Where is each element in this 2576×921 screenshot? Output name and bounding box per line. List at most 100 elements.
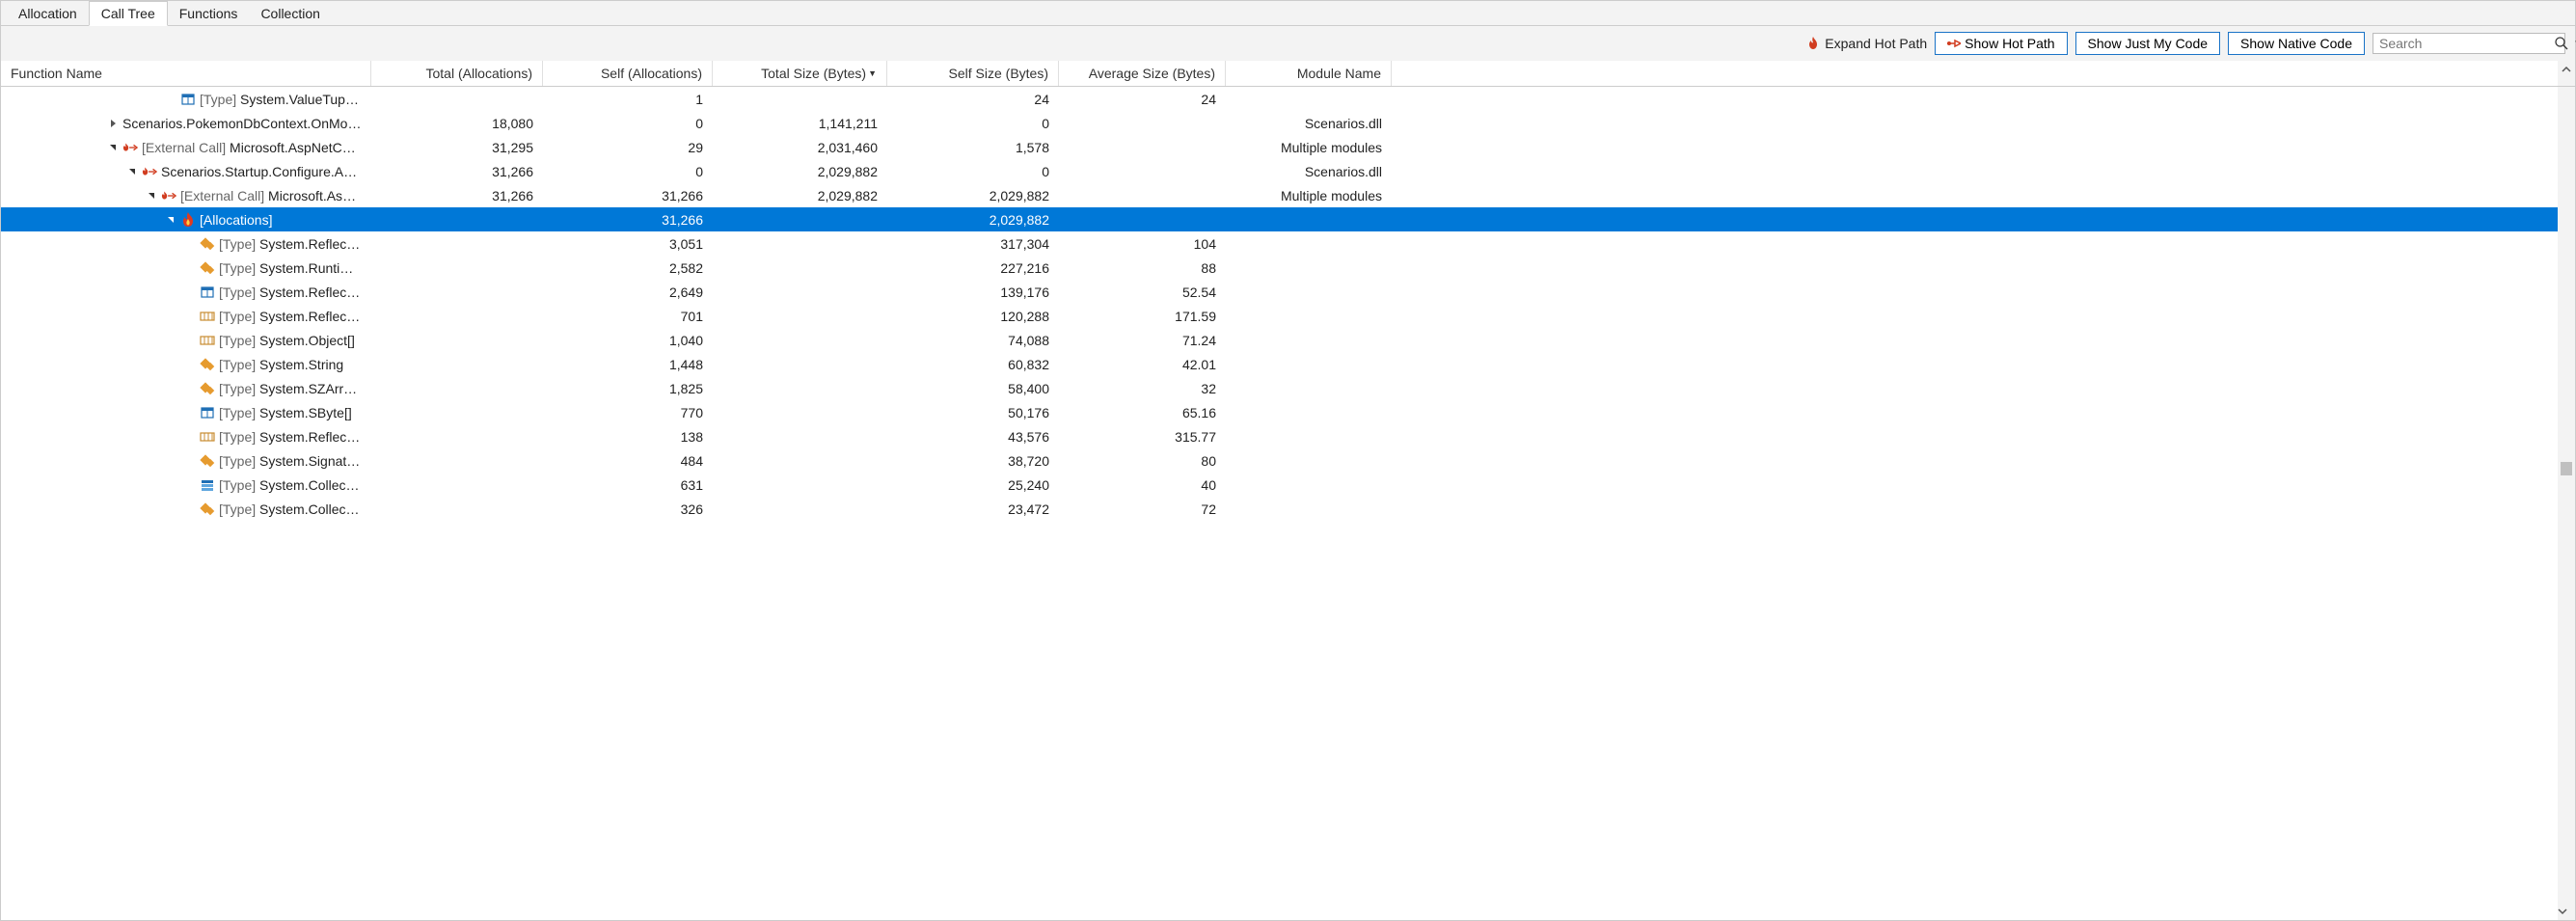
row-label: [Type] System.Object[]: [219, 333, 355, 348]
row-label: [Type] System.Signature: [219, 453, 362, 469]
function-name-cell[interactable]: [Type] System.Reflection.Run...: [1, 309, 371, 324]
show-just-my-code-button[interactable]: Show Just My Code: [2075, 32, 2221, 55]
function-name-cell[interactable]: [Type] System.Reflection.Run...: [1, 236, 371, 252]
tree-row[interactable]: [Type] System.Object[]1,04074,08871.24: [1, 328, 2558, 352]
tree-row[interactable]: [Type] System.String1,44860,83242.01: [1, 352, 2558, 376]
tree-row[interactable]: [Type] System.ValueTuple<Syste... 1 2424: [1, 87, 2558, 111]
function-name-cell[interactable]: [Type] System.ValueTuple<Syste...: [1, 92, 371, 107]
self-allocations-cell: 770: [543, 405, 713, 420]
self-size-cell: 24: [887, 92, 1059, 107]
total-size-cell: 2,029,882: [713, 164, 887, 179]
function-name-cell[interactable]: [Type] System.Reflection.Me...: [1, 429, 371, 445]
search-icon[interactable]: [2554, 36, 2569, 51]
row-label: [Allocations]: [200, 212, 272, 228]
self-size-cell: 25,240: [887, 477, 1059, 493]
tab-allocation[interactable]: Allocation: [7, 1, 89, 25]
scroll-up-icon[interactable]: [2562, 65, 2571, 74]
tree-row[interactable]: [Type] System.Collections.Ge...63125,240…: [1, 473, 2558, 497]
total-allocations-cell: 31,266: [371, 188, 543, 203]
function-name-cell[interactable]: [Allocations]: [1, 212, 371, 228]
show-native-code-button[interactable]: Show Native Code: [2228, 32, 2365, 55]
scroll-down-icon[interactable]: [2558, 907, 2575, 916]
array-icon: [200, 333, 215, 348]
self-size-cell: 50,176: [887, 405, 1059, 420]
function-name-cell[interactable]: [Type] System.Collections.Ge...: [1, 477, 371, 493]
tree-row[interactable]: Scenarios.Startup.Configure.Anony...31,2…: [1, 159, 2558, 183]
function-name-cell[interactable]: [Type] System.RuntimeMeth...: [1, 260, 371, 276]
tree-row[interactable]: [Allocations] 31,266 2,029,882: [1, 207, 2558, 231]
self-allocations-cell: 138: [543, 429, 713, 445]
tree-row[interactable]: [Type] System.Reflection.Run...701120,28…: [1, 304, 2558, 328]
chevron-down-icon[interactable]: [146, 190, 157, 202]
column-function-name[interactable]: Function Name: [1, 61, 371, 86]
tree-row[interactable]: [Type] System.Reflection.Me...13843,5763…: [1, 424, 2558, 448]
total-allocations-cell: 31,266: [371, 164, 543, 179]
column-module-name[interactable]: Module Name: [1226, 61, 1392, 86]
flame-arrow-icon: [122, 140, 138, 155]
chevron-right-icon[interactable]: [107, 118, 119, 129]
tab-functions[interactable]: Functions: [168, 1, 250, 25]
tree-row[interactable]: [Type] System.SByte[]77050,17665.16: [1, 400, 2558, 424]
column-total-size[interactable]: Total Size (Bytes)▼: [713, 61, 887, 86]
tree-row[interactable]: [Type] System.RuntimeMeth...2,582227,216…: [1, 256, 2558, 280]
class-icon: [200, 357, 215, 372]
row-label: [External Call] Microsoft.AspNetCore....: [142, 140, 362, 155]
function-name-cell[interactable]: [External Call] Microsoft.AspNetC...: [1, 188, 371, 203]
tree-row[interactable]: [Type] System.SZArrayEnum...1,82558,4003…: [1, 376, 2558, 400]
self-size-cell: 1,578: [887, 140, 1059, 155]
tab-call-tree[interactable]: Call Tree: [89, 1, 168, 26]
expand-hot-path-link[interactable]: Expand Hot Path: [1807, 36, 1927, 51]
row-label: [Type] System.Reflection.Run...: [219, 236, 362, 252]
chevron-down-icon[interactable]: [126, 166, 138, 177]
tree-row[interactable]: [Type] System.Signature48438,72080: [1, 448, 2558, 473]
function-name-cell[interactable]: [Type] System.Signature: [1, 453, 371, 469]
self-size-cell: 0: [887, 164, 1059, 179]
column-self-allocations[interactable]: Self (Allocations): [543, 61, 713, 86]
struct-icon: [200, 284, 215, 300]
column-self-size[interactable]: Self Size (Bytes): [887, 61, 1059, 86]
function-name-cell[interactable]: Scenarios.PokemonDbContext.OnMod...: [1, 116, 371, 131]
chevron-down-icon[interactable]: [107, 142, 119, 153]
average-size-cell: 24: [1059, 92, 1226, 107]
expander-placeholder: [184, 286, 196, 298]
search-box[interactable]: ▼: [2373, 33, 2565, 54]
row-label: [Type] System.ValueTuple<Syste...: [200, 92, 362, 107]
self-allocations-cell: 1: [543, 92, 713, 107]
function-name-cell[interactable]: Scenarios.Startup.Configure.Anony...: [1, 164, 371, 179]
tree-row[interactable]: [External Call] Microsoft.AspNetC...31,2…: [1, 183, 2558, 207]
tree-row[interactable]: Scenarios.PokemonDbContext.OnMod...18,08…: [1, 111, 2558, 135]
module-name-cell: Scenarios.dll: [1226, 116, 1392, 131]
class-icon: [200, 453, 215, 469]
function-name-cell[interactable]: [Type] System.Collections.Ge...: [1, 501, 371, 517]
tree-row[interactable]: [Type] System.Reflection.Cus...2,649139,…: [1, 280, 2558, 304]
vertical-scrollbar[interactable]: [2558, 87, 2575, 920]
tree-row[interactable]: [Type] System.Reflection.Run...3,051317,…: [1, 231, 2558, 256]
tree-row[interactable]: [External Call] Microsoft.AspNetCore....…: [1, 135, 2558, 159]
column-total-allocations[interactable]: Total (Allocations): [371, 61, 543, 86]
expander-placeholder: [184, 238, 196, 250]
function-name-cell[interactable]: [Type] System.String: [1, 357, 371, 372]
tree-row[interactable]: [Type] System.Collections.Ge...32623,472…: [1, 497, 2558, 521]
self-allocations-cell: 0: [543, 164, 713, 179]
expander-placeholder: [184, 479, 196, 491]
self-allocations-cell: 2,582: [543, 260, 713, 276]
self-size-cell: 0: [887, 116, 1059, 131]
self-allocations-cell: 31,266: [543, 212, 713, 228]
row-label: Scenarios.PokemonDbContext.OnMod...: [122, 116, 362, 131]
search-input[interactable]: [2379, 36, 2554, 51]
self-size-cell: 2,029,882: [887, 212, 1059, 228]
self-size-cell: 120,288: [887, 309, 1059, 324]
function-name-cell[interactable]: [External Call] Microsoft.AspNetCore....: [1, 140, 371, 155]
chevron-down-icon[interactable]: [165, 214, 176, 226]
function-name-cell[interactable]: [Type] System.Object[]: [1, 333, 371, 348]
class-icon: [200, 260, 215, 276]
tab-collection[interactable]: Collection: [249, 1, 331, 25]
scrollbar-thumb[interactable]: [2561, 462, 2572, 475]
function-name-cell[interactable]: [Type] System.SByte[]: [1, 405, 371, 420]
show-native-code-label: Show Native Code: [2240, 36, 2352, 51]
show-hot-path-button[interactable]: Show Hot Path: [1935, 32, 2067, 55]
expander-placeholder: [184, 503, 196, 515]
function-name-cell[interactable]: [Type] System.SZArrayEnum...: [1, 381, 371, 396]
column-average-size[interactable]: Average Size (Bytes): [1059, 61, 1226, 86]
function-name-cell[interactable]: [Type] System.Reflection.Cus...: [1, 284, 371, 300]
